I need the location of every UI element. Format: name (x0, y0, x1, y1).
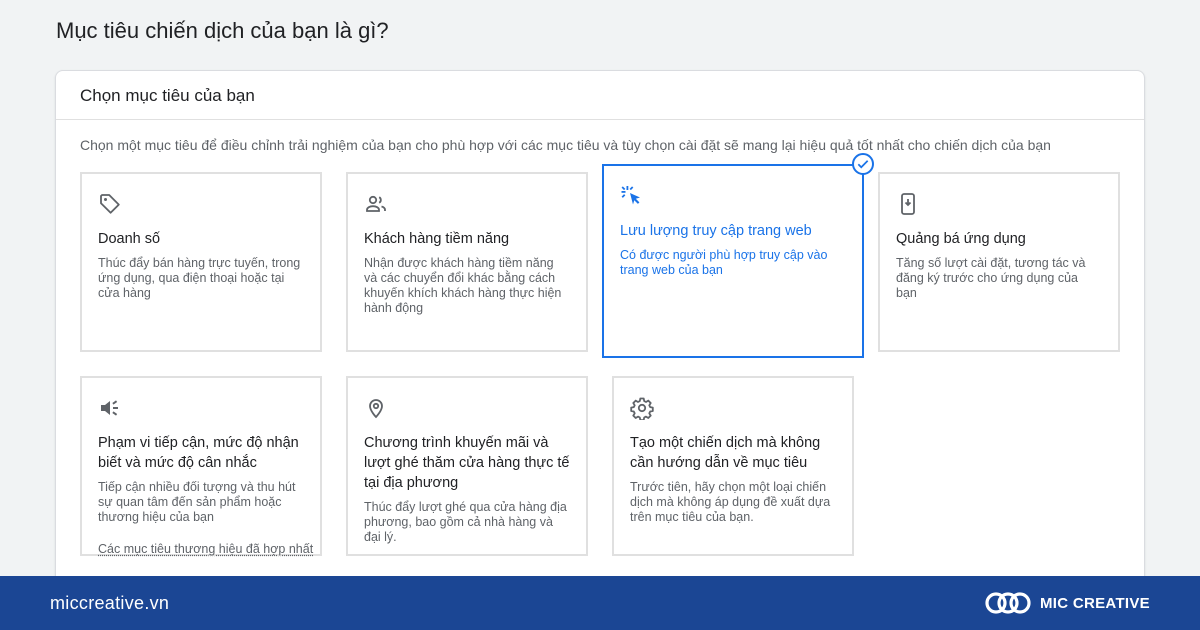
goal-title: Khách hàng tiềm năng (364, 231, 510, 247)
footer-banner: miccreative.vn MIC CREATIVE (0, 576, 1200, 630)
goal-card-leads[interactable]: Khách hàng tiềm năng Nhận được khách hàn… (346, 172, 588, 352)
panel-description: Chọn một mục tiêu để điều chỉnh trải ngh… (80, 137, 1051, 153)
tag-icon (100, 194, 120, 214)
selected-check-icon (852, 153, 874, 175)
goal-description: Trước tiên, hãy chọn một loại chiến dịch… (630, 480, 831, 524)
goal-card-website-traffic[interactable]: Lưu lượng truy cập trang web Có được ngư… (602, 153, 874, 358)
cursor-click-icon (621, 186, 640, 205)
gear-icon (630, 397, 654, 420)
speaker-icon (101, 400, 118, 416)
goal-title: Quảng bá ứng dụng (896, 231, 1026, 247)
goal-title: Lưu lượng truy cập trang web (620, 223, 812, 239)
goal-card-awareness[interactable]: Phạm vi tiếp cận, mức độ nhận biết và mứ… (80, 376, 322, 556)
goal-title: Phạm vi tiếp cận, mức độ nhận biết và mứ… (98, 435, 299, 471)
panel-header: Chọn mục tiêu của bạn (56, 71, 1144, 120)
goal-title: Doanh số (98, 231, 161, 247)
goal-title: Tạo một chiến dịch mà không cần hướng dẫ… (630, 435, 821, 471)
brand-logo: MIC CREATIVE (984, 588, 1150, 618)
website-url: miccreative.vn (50, 592, 170, 613)
merged-brand-goals-link[interactable]: Các mục tiêu thương hiệu đã hợp nhất (98, 542, 313, 557)
goal-description: Thúc đẩy bán hàng trực tuyến, trong ứng … (98, 256, 301, 300)
brand-name: MIC CREATIVE (1040, 594, 1150, 612)
page-title: Mục tiêu chiến dịch của bạn là gì? (56, 18, 389, 43)
goal-card-sales[interactable]: Doanh số Thúc đẩy bán hàng trực tuyến, t… (80, 172, 322, 352)
people-icon (366, 195, 386, 212)
smartphone-icon (901, 193, 915, 215)
goal-title: Chương trình khuyến mãi và lượt ghé thăm… (364, 435, 570, 491)
goal-description: Tiếp cận nhiều đối tượng và thu hút sự q… (98, 480, 296, 524)
goal-description: Thúc đẩy lượt ghé qua cửa hàng địa phươn… (364, 500, 567, 544)
goal-card-no-guidance[interactable]: Tạo một chiến dịch mà không cần hướng dẫ… (612, 376, 854, 556)
goal-description: Tăng số lượt cài đặt, tương tác và đăng … (896, 256, 1086, 300)
location-pin-icon (369, 399, 383, 419)
goal-description: Nhận được khách hàng tiềm năng và các ch… (364, 256, 562, 315)
goal-card-local-store-visits[interactable]: Chương trình khuyến mãi và lượt ghé thăm… (346, 376, 588, 556)
mic-logo-icon (985, 592, 1031, 614)
goal-card-app-promotion[interactable]: Quảng bá ứng dụng Tăng số lượt cài đặt, … (878, 172, 1120, 352)
goal-description: Có được người phù hợp truy cập vào trang… (620, 248, 828, 277)
